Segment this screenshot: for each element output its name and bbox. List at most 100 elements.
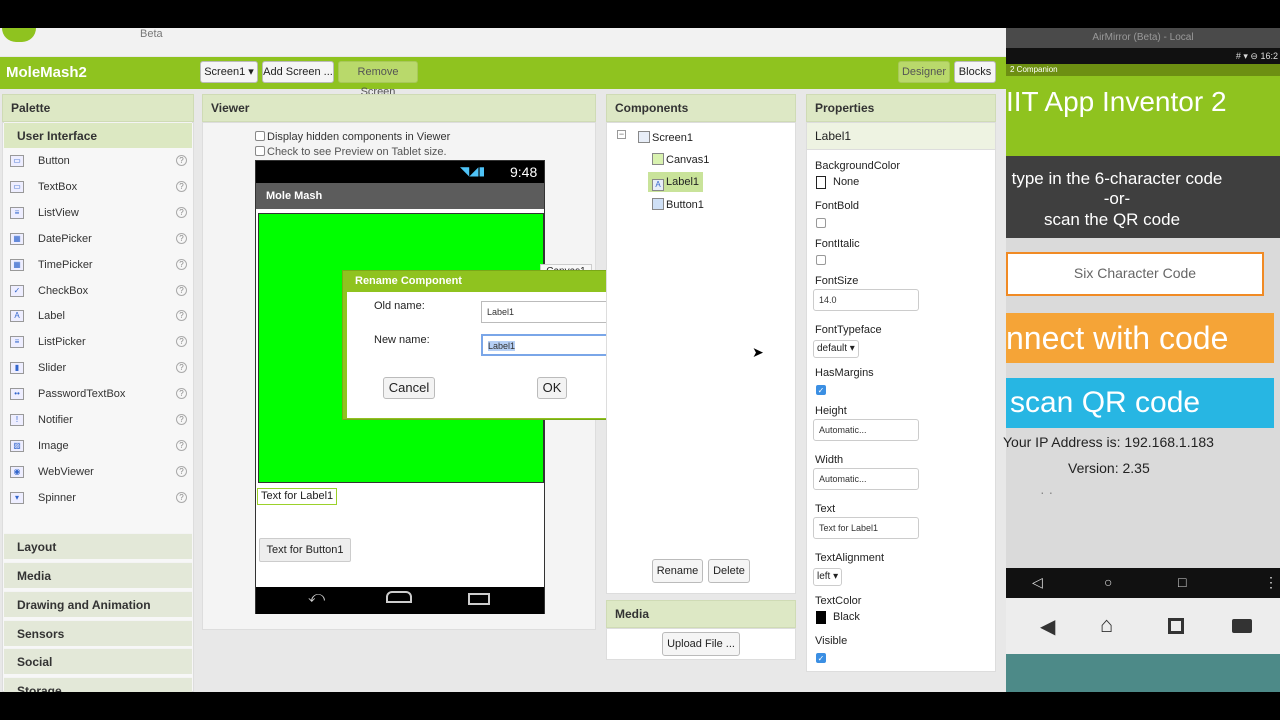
help-icon[interactable]: ?	[176, 155, 187, 166]
help-icon[interactable]: ?	[176, 206, 187, 218]
palette-item-listpicker[interactable]: ≡ ListPicker?	[6, 331, 188, 355]
palette-category-sensors[interactable]: Sensors	[4, 620, 192, 646]
help-icon[interactable]: ?	[176, 336, 187, 348]
palette-item-timepicker[interactable]: ▦ TimePicker?	[6, 254, 188, 278]
prop-textcolor-value[interactable]: Black	[833, 611, 860, 623]
prop-fontitalic-checkbox[interactable]	[816, 255, 826, 265]
home-icon	[386, 591, 412, 603]
palette-item-spinner[interactable]: ▾ Spinner?	[6, 487, 188, 511]
prop-visible-checkbox[interactable]: ✓	[816, 653, 826, 663]
home-house-icon[interactable]: ⌂	[1100, 612, 1113, 638]
hidden-components-checkbox[interactable]: Display hidden components in Viewer	[255, 131, 450, 143]
palette-item-notifier[interactable]: ! Notifier?	[6, 409, 188, 433]
palette-item-webviewer[interactable]: ◉ WebViewer?	[6, 461, 188, 485]
palette-item-datepicker[interactable]: ▦ DatePicker?	[6, 228, 188, 252]
collapse-icon[interactable]: −	[617, 130, 626, 139]
help-icon[interactable]: ?	[176, 284, 187, 296]
prop-hasmargins-checkbox[interactable]: ✓	[816, 385, 826, 395]
button-icon	[652, 198, 664, 210]
delete-button[interactable]: Delete	[708, 559, 750, 583]
top-strip: Beta	[0, 28, 1006, 56]
upload-file-button[interactable]: Upload File ...	[662, 632, 740, 656]
palette-item-label: CheckBox	[38, 284, 89, 297]
dialog-body: Old name: Label1 New name: Label1 Cancel…	[347, 292, 649, 418]
help-icon[interactable]: ?	[176, 362, 187, 374]
blocks-button[interactable]: Blocks	[954, 61, 996, 83]
textbox-icon: ▭	[10, 180, 24, 193]
back-arrow-icon[interactable]: ◀	[1040, 614, 1055, 639]
palette-category-social[interactable]: Social	[4, 648, 192, 674]
prop-fontsize-input[interactable]: 14.0	[813, 289, 919, 311]
back-icon[interactable]: ◁	[1032, 574, 1043, 591]
home-icon[interactable]: ○	[1104, 574, 1112, 590]
recents-icon[interactable]: □	[1178, 574, 1186, 590]
help-icon[interactable]: ?	[176, 232, 187, 244]
help-icon[interactable]: ?	[176, 414, 187, 425]
palette-item-image[interactable]: ▨ Image?	[6, 435, 188, 459]
tree-item-button1[interactable]: Button1	[652, 195, 704, 215]
companion-header: IIT App Inventor 2	[1006, 76, 1280, 156]
cancel-button[interactable]: Cancel	[383, 377, 435, 399]
android-nav-bar: ◁ ○ □ ⋮	[1006, 568, 1280, 598]
button-icon: ▭	[10, 155, 24, 167]
tree-item-screen1[interactable]: Screen1	[638, 128, 693, 148]
palette-item-label[interactable]: A Label?	[6, 305, 188, 329]
tree-item-canvas1[interactable]: Canvas1	[652, 150, 709, 170]
more-icon[interactable]: ⋮	[1264, 574, 1278, 591]
help-icon[interactable]: ?	[176, 258, 187, 270]
prop-backgroundcolor-value[interactable]: None	[833, 176, 859, 188]
palette-category-layout[interactable]: Layout	[4, 533, 192, 559]
connect-with-code-button[interactable]: nnect with code	[1006, 313, 1274, 363]
prop-fontbold-label: FontBold	[815, 200, 860, 212]
media-header: Media	[606, 600, 796, 628]
prop-text-input[interactable]: Text for Label1	[813, 517, 919, 539]
project-name: MoleMash2	[6, 64, 87, 81]
rename-button[interactable]: Rename	[652, 559, 703, 583]
prop-height-input[interactable]: Automatic...	[813, 419, 919, 441]
remove-screen-button[interactable]: Remove Screen	[338, 61, 418, 98]
palette-item-listview[interactable]: ≡ ListView?	[6, 202, 188, 226]
scan-qr-code-button[interactable]: scan QR code	[1006, 378, 1274, 428]
recent-apps-icon[interactable]	[1168, 618, 1184, 634]
prop-textalignment-dropdown[interactable]: left ▾	[813, 568, 843, 586]
button-component[interactable]: Text for Button1	[259, 538, 351, 562]
tree-item-label1[interactable]: A Label1	[648, 172, 704, 192]
prop-fonttypeface-label: FontTypeface	[815, 324, 882, 336]
keyboard-icon[interactable]	[1232, 619, 1252, 633]
palette-item-slider[interactable]: ▮ Slider?	[6, 357, 188, 381]
tree-item-label: Screen1	[652, 132, 693, 144]
add-screen-button[interactable]: Add Screen ...	[262, 61, 334, 83]
palette-category-drawing[interactable]: Drawing and Animation	[4, 591, 192, 617]
help-icon[interactable]: ?	[176, 180, 187, 192]
palette-category-storage[interactable]: Storage	[4, 677, 192, 692]
help-icon[interactable]: ?	[176, 310, 187, 322]
designer-button[interactable]: Designer	[898, 61, 950, 83]
components-panel	[606, 122, 796, 594]
tree-item-label: Canvas1	[666, 154, 710, 166]
palette-item-checkbox[interactable]: ✓ CheckBox?	[6, 280, 188, 304]
palette-item-label: Label	[38, 310, 65, 323]
label-component[interactable]: Text for Label1	[257, 488, 338, 505]
color-swatch-black[interactable]	[816, 611, 826, 624]
prop-fontbold-checkbox[interactable]	[816, 218, 826, 228]
prop-width-label: Width	[815, 454, 844, 466]
palette-item-button[interactable]: ▭ Button?	[6, 150, 188, 174]
help-icon[interactable]: ?	[176, 439, 187, 451]
six-character-code-input[interactable]: Six Character Code	[1006, 252, 1264, 296]
palette-item-textbox[interactable]: ▭ TextBox?	[6, 176, 188, 200]
ok-button[interactable]: OK	[537, 377, 567, 399]
new-name-selection: Label1	[488, 341, 516, 351]
help-icon[interactable]: ?	[176, 388, 187, 400]
tablet-preview-checkbox[interactable]: Check to see Preview on Tablet size.	[255, 146, 447, 158]
color-swatch-none[interactable]	[816, 176, 826, 189]
companion-title: IIT App Inventor 2	[1006, 86, 1227, 117]
palette-item-passwordtextbox[interactable]: •• PasswordTextBox?	[6, 383, 188, 407]
instruction-line-2: -or-	[1103, 189, 1131, 208]
screen-dropdown[interactable]: Screen1 ▾	[200, 61, 258, 83]
prop-fonttypeface-dropdown[interactable]: default ▾	[813, 340, 859, 358]
prop-width-input[interactable]: Automatic...	[813, 468, 919, 490]
palette-section-user-interface[interactable]: User Interface	[4, 122, 192, 148]
help-icon[interactable]: ?	[176, 491, 187, 503]
help-icon[interactable]: ?	[176, 465, 187, 477]
palette-category-media[interactable]: Media	[4, 562, 192, 588]
